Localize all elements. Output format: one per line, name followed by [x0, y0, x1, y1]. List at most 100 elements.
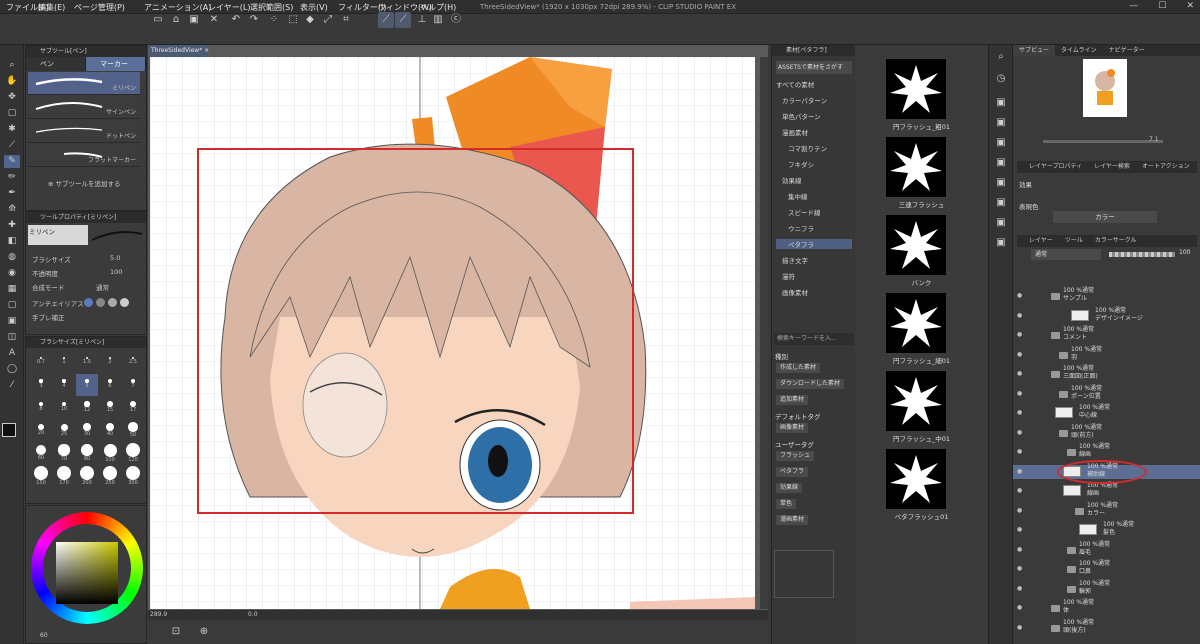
layer-row[interactable]: ● 100 %通常 三面図(正面) [1013, 365, 1200, 381]
tab-auto-action[interactable]: オートアクション [1136, 163, 1196, 170]
correct-line-icon[interactable]: ⁄ [4, 379, 20, 392]
tab-layer[interactable]: レイヤー [1017, 237, 1059, 244]
layer-row[interactable]: ● 100 %通常体 [1013, 599, 1200, 615]
marquee-tool-icon[interactable]: ▢ [4, 107, 20, 120]
brush-size-cell[interactable]: 150 [30, 466, 52, 488]
brush-size-cell[interactable]: 1.5 [76, 351, 98, 373]
redo-icon[interactable]: ↷ [246, 12, 262, 28]
brush-size-cell[interactable]: 250 [99, 466, 121, 488]
pencil-tool-icon[interactable]: ✏ [4, 171, 20, 184]
layer-opacity-value[interactable]: 100 [1179, 249, 1190, 256]
brush-size-cell[interactable]: 40 [99, 420, 121, 442]
visibility-icon[interactable]: ● [1017, 546, 1022, 553]
visibility-icon[interactable]: ● [1017, 624, 1022, 631]
layer-row[interactable]: ● 100 %通常 カラー [1013, 502, 1200, 518]
snap-special-ruler-icon[interactable]: ⟋ [395, 12, 411, 28]
brush-size-cell[interactable]: 4 [53, 374, 75, 396]
angle-readout[interactable]: 0.0 [248, 611, 258, 618]
material-thumbnail[interactable] [886, 293, 946, 353]
material-tree-item[interactable]: 描き文字 [776, 255, 808, 265]
text-tool-icon[interactable]: A [4, 347, 20, 360]
search-icon[interactable]: ⌕ [993, 49, 1009, 65]
zoom-readout[interactable]: 289.9 [150, 611, 167, 618]
tab-layer-property[interactable]: レイヤープロパティ [1017, 163, 1088, 170]
material-tree-item[interactable]: 画像素材 [776, 287, 808, 297]
tab-navigator[interactable]: ナビゲーター [1103, 45, 1151, 56]
layer-row[interactable]: ● 100 %通常 頭(後方) [1013, 619, 1200, 635]
material-thumbnail[interactable] [886, 137, 946, 197]
open-icon[interactable]: ⌂ [168, 12, 184, 28]
fill-icon[interactable]: ◆ [302, 12, 318, 28]
material-thumbnail[interactable] [886, 59, 946, 119]
move-tool-icon[interactable]: ✥ [4, 91, 20, 104]
brush-size-cell[interactable]: 300 [122, 466, 144, 488]
material-tree-item[interactable]: 漫画素材 [776, 127, 808, 137]
brush-item-signpen[interactable]: サインペン [28, 96, 140, 119]
panel-icon-4[interactable]: ▣ [993, 155, 1009, 171]
navigator-zoom-value[interactable]: 7.1 [1149, 136, 1159, 143]
layer-row[interactable]: ● 100 %通常 線画 [1013, 482, 1200, 498]
visibility-icon[interactable]: ● [1017, 312, 1022, 319]
material-tree-item[interactable]: 集中線 [776, 191, 808, 201]
brush-size-cell[interactable]: 200 [76, 466, 98, 488]
visibility-icon[interactable]: ● [1017, 409, 1022, 416]
snap-grid-icon[interactable]: ⊥ [414, 12, 430, 28]
balloon-icon[interactable]: ◯ [4, 363, 20, 376]
layer-row[interactable]: ● 100 %通常羽 [1013, 346, 1200, 362]
figure-icon[interactable]: ▢ [4, 299, 20, 312]
save-icon[interactable]: ▣ [186, 12, 202, 28]
tab-color-circle[interactable]: カラーサークル [1089, 237, 1143, 244]
layer-row[interactable]: ● 100 %通常 ポーン位置 [1013, 385, 1200, 401]
tag-effect-lines[interactable]: 効果線 [776, 483, 803, 493]
tab-timeline[interactable]: タイムライン [1055, 45, 1103, 56]
brush-size-cell[interactable]: 120 [122, 443, 144, 465]
brush-size-cell[interactable]: 100 [99, 443, 121, 465]
material-tree-item[interactable]: すべての素材 [776, 79, 814, 89]
material-tree-item[interactable]: フキダシ [776, 159, 814, 169]
navigator-zoom-slider[interactable] [1043, 140, 1163, 143]
material-thumbnail[interactable] [886, 449, 946, 509]
ruler-icon[interactable]: ◫ [4, 331, 20, 344]
visibility-icon[interactable]: ● [1017, 604, 1022, 611]
brush-size-cell[interactable]: 20 [30, 420, 52, 442]
brush-size-cell[interactable]: 60 [30, 443, 52, 465]
brush-size-cell[interactable]: 80 [76, 443, 98, 465]
tab-pen[interactable]: ペン [26, 57, 86, 71]
add-subtool-button[interactable]: ⊕ サブツールを追加する [48, 178, 121, 188]
material-tree-item[interactable]: コマ割りテン [776, 143, 827, 153]
assets-icon[interactable]: ⓒ [448, 12, 464, 28]
layer-row[interactable]: ● 100 %通常 中心線 [1013, 404, 1200, 420]
main-color-swatch[interactable] [2, 423, 16, 437]
layer-blend-select[interactable]: 通常 [1031, 249, 1101, 260]
brush-size-cell[interactable]: 0.7 [30, 351, 52, 373]
tag-flash[interactable]: フラッシュ [776, 451, 815, 461]
frame-icon[interactable]: ▣ [4, 315, 20, 328]
visibility-icon[interactable]: ● [1017, 351, 1022, 358]
brush-item-millipen[interactable]: ミリペン [28, 72, 140, 95]
brush-size-cell[interactable]: 70 [53, 443, 75, 465]
eraser-icon[interactable]: ◧ [4, 235, 20, 248]
brush-size-cell[interactable]: 1 [53, 351, 75, 373]
panel-icon-6[interactable]: ▣ [993, 195, 1009, 211]
navigator-icon[interactable]: ⊕ [196, 624, 212, 640]
auto-select-icon[interactable]: ✱ [4, 123, 20, 136]
layer-row[interactable]: ● 100 %通常 線画 [1013, 443, 1200, 459]
airbrush-icon[interactable]: ⟰ [4, 203, 20, 216]
tag-added[interactable]: 追加素材 [776, 395, 809, 405]
undo-icon[interactable]: ↶ [228, 12, 244, 28]
canvas-sheet[interactable] [150, 57, 755, 609]
tag-petafla[interactable]: ペタフラ [776, 467, 809, 477]
brush-size-cell[interactable]: 12 [76, 397, 98, 419]
material-tree-item[interactable]: スピード線 [776, 207, 821, 217]
layer-row[interactable]: ● 100 %通常 頭(前方) [1013, 424, 1200, 440]
brush-size-cell[interactable]: 17 [122, 397, 144, 419]
layer-row[interactable]: ● 100 %通常 デザインイメージ [1013, 307, 1200, 323]
tag-downloaded[interactable]: ダウンロードした素材 [776, 379, 845, 389]
visibility-icon[interactable]: ● [1017, 526, 1022, 533]
layer-row[interactable]: ● 100 %通常 髪色 [1013, 521, 1200, 537]
panel-icon-3[interactable]: ▣ [993, 135, 1009, 151]
visibility-icon[interactable]: ● [1017, 487, 1022, 494]
tag-created[interactable]: 作成した素材 [776, 363, 821, 373]
snap-ruler-icon[interactable]: ⟋ [378, 12, 394, 28]
menu-item-2[interactable]: ページ管理(P) [74, 2, 125, 13]
